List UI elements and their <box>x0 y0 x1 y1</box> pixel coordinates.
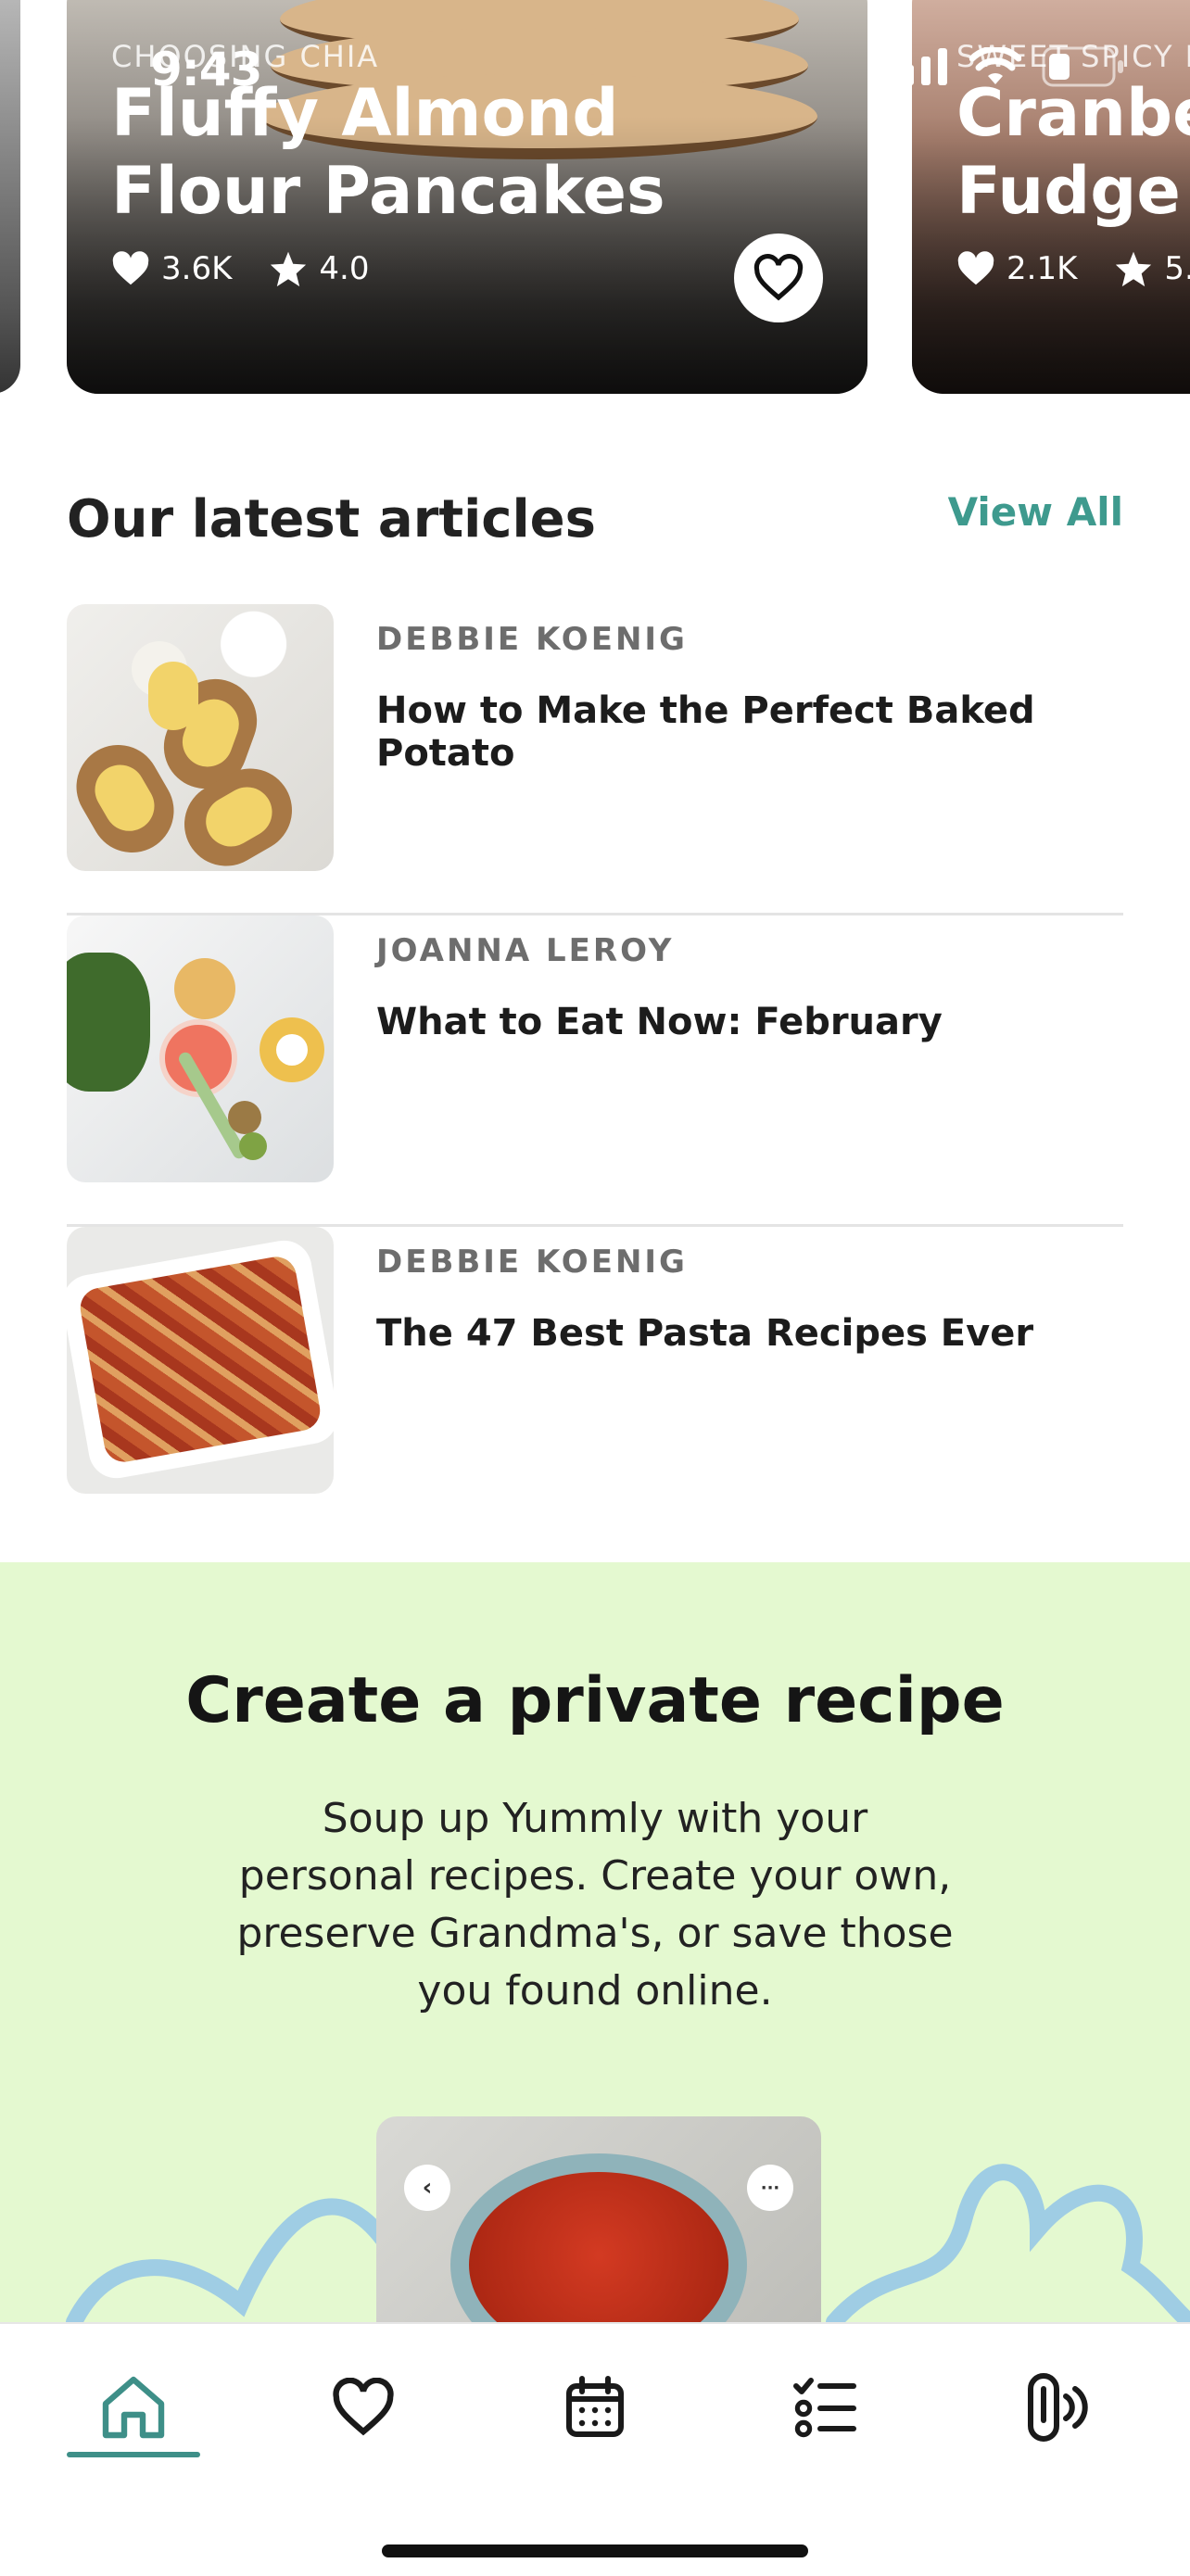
bottom-tab-bar <box>0 2322 1190 2576</box>
article-thumbnail <box>67 1227 334 1494</box>
heart-filled-icon <box>112 251 149 285</box>
tab-shopping-list[interactable] <box>758 2361 892 2454</box>
tab-thermometer[interactable] <box>990 2361 1123 2454</box>
recipe-stats: 3.6K 4.0 <box>111 250 393 287</box>
wifi-icon <box>969 47 1021 84</box>
heart-icon <box>333 2378 394 2436</box>
recipe-stats: 2.1K 5.0 <box>956 250 1190 287</box>
status-icons <box>888 46 1125 87</box>
tab-selected-indicator <box>67 2452 200 2457</box>
promo-text: Soup up Yummly with your personal recipe… <box>236 1795 954 2014</box>
recipe-title: Fluffy Almond Flour Pancakes <box>111 75 665 229</box>
promo-title: Create a private recipe <box>185 1664 1005 1737</box>
heart-filled-icon <box>957 251 994 285</box>
article-headline: What to Eat Now: February <box>376 1001 943 1043</box>
home-icon <box>102 2376 165 2439</box>
home-indicator <box>382 2544 808 2557</box>
article-item[interactable]: DEBBIE KOENIG How to Make the Perfect Ba… <box>67 604 1123 915</box>
article-item[interactable]: DEBBIE KOENIG The 47 Best Pasta Recipes … <box>67 1227 1123 1538</box>
articles-section-title: Our latest articles <box>67 489 596 549</box>
checklist-icon <box>793 2378 856 2438</box>
article-thumbnail <box>67 915 334 1182</box>
article-headline: The 47 Best Pasta Recipes Ever <box>376 1312 1034 1355</box>
recipe-card-previous[interactable] <box>0 0 20 394</box>
rating-value: 4.0 <box>319 250 370 287</box>
tab-planner[interactable] <box>528 2361 662 2454</box>
star-icon <box>271 251 307 287</box>
private-recipe-promo: Create a private recipe Soup up Yummly w… <box>0 1562 1190 2322</box>
article-author: DEBBIE KOENIG <box>376 1244 688 1281</box>
calendar-icon <box>566 2376 624 2437</box>
article-author: JOANNA LEROY <box>376 932 675 969</box>
star-icon <box>1116 251 1152 287</box>
article-thumbnail <box>67 604 334 871</box>
recipe-title: Cranberry Fudge <box>956 75 1190 229</box>
article-item[interactable]: JOANNA LEROY What to Eat Now: February <box>67 915 1123 1227</box>
view-all-link[interactable]: View All <box>948 489 1123 535</box>
thermometer-icon <box>1028 2373 1088 2442</box>
rating-value: 5.0 <box>1164 250 1190 287</box>
back-icon: ‹ <box>404 2165 450 2211</box>
article-author: DEBBIE KOENIG <box>376 621 688 658</box>
battery-icon <box>1042 46 1123 87</box>
tab-saved[interactable] <box>297 2361 430 2454</box>
status-time: 9:43 <box>150 43 262 96</box>
likes-count: 2.1K <box>1006 250 1078 287</box>
article-headline: How to Make the Perfect Baked Potato <box>376 689 1035 775</box>
signal-icon <box>888 48 947 85</box>
tab-home[interactable] <box>67 2361 200 2454</box>
heart-outline-icon <box>753 254 804 301</box>
promo-recipe-preview: ‹ ··· <box>376 2116 821 2322</box>
favorite-button[interactable] <box>734 234 823 322</box>
likes-count: 3.6K <box>161 250 233 287</box>
more-icon: ··· <box>747 2165 793 2211</box>
